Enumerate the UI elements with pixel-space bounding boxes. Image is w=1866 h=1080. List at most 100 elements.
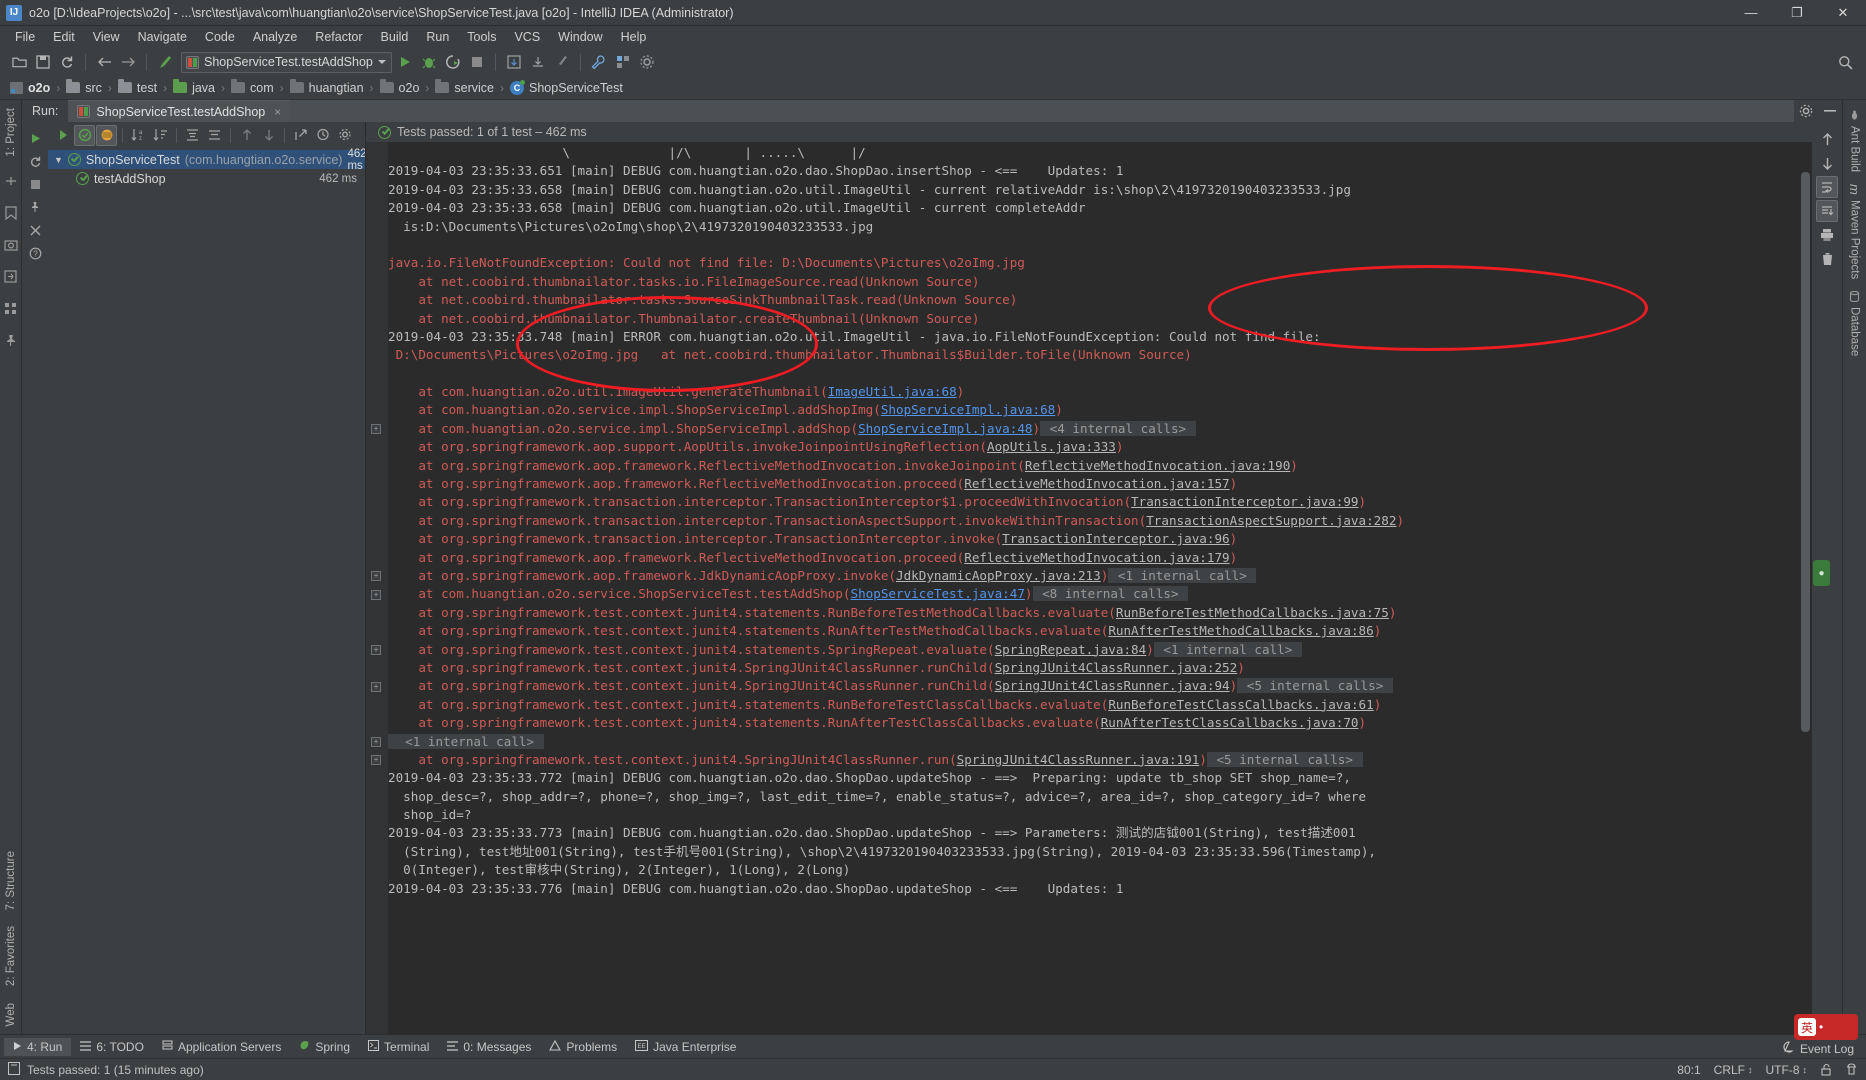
test-tree[interactable]: ▼ ShopServiceTest (com.huangtian.o2o.ser…: [48, 148, 365, 1034]
stack-frame-link[interactable]: JdkDynamicAopProxy.java:213: [896, 568, 1101, 583]
build-icon[interactable]: [154, 51, 176, 73]
pin-tab-icon[interactable]: [24, 196, 46, 218]
stack-frame-link[interactable]: TransactionInterceptor.java:99: [1131, 494, 1358, 509]
search-everywhere-icon[interactable]: [1834, 51, 1856, 73]
internal-calls-chip[interactable]: <1 internal call>: [1153, 641, 1302, 657]
stop-icon[interactable]: [466, 51, 488, 73]
stack-frame-link[interactable]: SpringRepeat.java:84: [995, 642, 1147, 657]
menu-edit[interactable]: Edit: [44, 28, 84, 46]
prev-failed-icon[interactable]: [236, 125, 257, 146]
maximize-button[interactable]: ❐: [1774, 0, 1820, 26]
stack-frame-link[interactable]: ImageUtil.java:68: [828, 384, 957, 399]
file-encoding[interactable]: UTF-8 ↕: [1766, 1063, 1808, 1077]
update-project-icon[interactable]: [503, 51, 525, 73]
stack-frame-link[interactable]: ShopServiceTest.java:47: [851, 586, 1025, 601]
run-icon[interactable]: [394, 51, 416, 73]
menu-refactor[interactable]: Refactor: [306, 28, 371, 46]
pin-tool-icon[interactable]: [2, 332, 20, 350]
collapse-all-icon[interactable]: [204, 125, 225, 146]
show-passed-icon[interactable]: [74, 124, 95, 146]
menu-tools[interactable]: Tools: [458, 28, 505, 46]
run-coverage-icon[interactable]: [442, 51, 464, 73]
ime-language-badge[interactable]: 英 •: [1794, 1014, 1858, 1040]
forward-icon[interactable]: [117, 51, 139, 73]
open-icon[interactable]: [8, 51, 30, 73]
stack-frame-link[interactable]: TransactionAspectSupport.java:282: [1146, 513, 1396, 528]
fold-toggle[interactable]: +: [371, 571, 381, 582]
run-tab[interactable]: ShopServiceTest.testAddShop ×: [68, 100, 291, 122]
rerun-failed-icon[interactable]: [24, 150, 46, 172]
fold-toggle[interactable]: +: [371, 681, 381, 692]
sidebar-tab-database[interactable]: Database: [1846, 285, 1864, 362]
sort-alphabetically-icon[interactable]: az: [128, 125, 149, 146]
stack-frame-link[interactable]: AopUtils.java:333: [987, 439, 1116, 454]
toolwindow-spring[interactable]: Spring: [290, 1038, 359, 1056]
minimize-icon[interactable]: [1818, 109, 1842, 113]
sync-icon[interactable]: [56, 51, 78, 73]
breadcrumb-item-o2o-pkg[interactable]: o2o: [379, 79, 419, 95]
minimize-button[interactable]: —: [1728, 0, 1774, 26]
line-separator[interactable]: CRLF ↕: [1714, 1063, 1753, 1077]
menu-build[interactable]: Build: [372, 28, 418, 46]
bookmarks-tool-icon[interactable]: [2, 204, 20, 222]
internal-calls-chip[interactable]: <4 internal calls>: [1040, 420, 1196, 436]
fold-toggle[interactable]: +: [371, 589, 381, 600]
fold-toggle[interactable]: +: [371, 644, 381, 655]
internal-calls-chip[interactable]: <5 internal calls>: [1237, 678, 1393, 694]
sidebar-tab-maven-projects[interactable]: m Maven Projects: [1844, 178, 1865, 285]
chevron-down-icon[interactable]: ▼: [54, 155, 63, 165]
sidebar-tab-structure[interactable]: 7: Structure: [2, 843, 20, 918]
toolwindow-problems[interactable]: Problems: [540, 1038, 626, 1056]
console-scrollbar[interactable]: [1798, 142, 1812, 1034]
breadcrumb-item-huangtian[interactable]: huangtian: [289, 79, 364, 95]
scroll-up-icon[interactable]: [1816, 128, 1838, 150]
print-icon[interactable]: [1816, 224, 1838, 246]
next-failed-icon[interactable]: [258, 125, 279, 146]
scroll-to-end-icon[interactable]: [1816, 200, 1838, 222]
sidebar-tab-web[interactable]: Web: [2, 995, 20, 1034]
breadcrumb-item-test[interactable]: test: [117, 79, 157, 95]
stack-frame-link[interactable]: ShopServiceImpl.java:48: [858, 421, 1032, 436]
commit-tool-icon[interactable]: [2, 172, 20, 190]
close-button[interactable]: ✕: [1820, 0, 1866, 26]
toolwindow-terminal[interactable]: Terminal: [359, 1038, 438, 1056]
wrench-icon[interactable]: [588, 51, 610, 73]
sort-by-duration-icon[interactable]: [150, 125, 171, 146]
fold-toggle[interactable]: +: [371, 736, 381, 747]
internal-calls-chip[interactable]: <1 internal call>: [388, 733, 544, 749]
menu-navigate[interactable]: Navigate: [129, 28, 196, 46]
console-output[interactable]: + + + + + + + \ |/\ | .....\ |/ 2019-04-03 23:3…: [366, 142, 1812, 1034]
toolwindow-application-servers[interactable]: Application Servers: [153, 1038, 290, 1056]
export-results-icon[interactable]: [290, 125, 311, 146]
menu-analyze[interactable]: Analyze: [244, 28, 306, 46]
menu-view[interactable]: View: [84, 28, 129, 46]
run-anything-icon[interactable]: [551, 51, 573, 73]
grid-tool-icon[interactable]: [2, 300, 20, 318]
camera-tool-icon[interactable]: [2, 236, 20, 254]
internal-calls-chip[interactable]: <1 internal call>: [1108, 567, 1257, 583]
gear-icon[interactable]: [1794, 104, 1818, 118]
menu-window[interactable]: Window: [549, 28, 611, 46]
expand-all-icon[interactable]: [182, 125, 203, 146]
breadcrumb-item-o2o[interactable]: o2o: [10, 81, 50, 95]
soft-wrap-icon[interactable]: [1816, 176, 1838, 198]
run-configuration-selector[interactable]: ShopServiceTest.testAddShop: [181, 51, 392, 73]
close-icon[interactable]: ×: [274, 105, 281, 119]
stack-frame-link[interactable]: ReflectiveMethodInvocation.java:157: [964, 476, 1229, 491]
stack-frame-link[interactable]: SpringJUnit4ClassRunner.java:94: [995, 678, 1230, 693]
unlocked-icon[interactable]: [1820, 1063, 1832, 1076]
toolwindow-run[interactable]: 4: Run: [4, 1037, 72, 1056]
internal-calls-chip[interactable]: <8 internal calls>: [1032, 586, 1189, 602]
hide-tool-icon[interactable]: [2, 268, 20, 286]
stack-frame-link[interactable]: RunAfterTestClassCallbacks.java:70: [1101, 715, 1359, 730]
menu-run[interactable]: Run: [417, 28, 458, 46]
test-tree-node-method[interactable]: testAddShop 462 ms: [48, 169, 365, 188]
breadcrumb-item-com[interactable]: com: [231, 79, 274, 95]
settings-icon[interactable]: [636, 51, 658, 73]
stack-frame-link[interactable]: RunBeforeTestMethodCallbacks.java:75: [1116, 605, 1389, 620]
breadcrumb-item-src[interactable]: src: [66, 79, 102, 95]
debug-icon[interactable]: [418, 51, 440, 73]
commit-icon[interactable]: [527, 51, 549, 73]
hector-icon[interactable]: [1845, 1063, 1858, 1076]
internal-calls-chip[interactable]: <5 internal calls>: [1206, 751, 1363, 767]
